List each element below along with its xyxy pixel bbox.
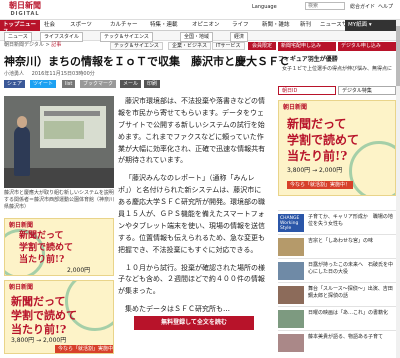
logo-text: 朝日新聞 (9, 1, 41, 10)
ad-headline-3: 当たり前!? (19, 255, 65, 265)
paragraph: 藤沢市環境部は、不法投棄や落書きなどの情報を市民から寄せてもらいます。データをウ… (118, 97, 266, 165)
ad-brand: 朝日新聞 (9, 222, 34, 229)
share-mail-button[interactable]: メール (120, 80, 142, 88)
register-read-more-button[interactable]: 無料登録して全文を読む (134, 316, 254, 330)
ad-banner-1[interactable]: 朝日新聞 新聞だって 学割で読めて 当たり前!? 2,000円 (4, 218, 114, 276)
list-thumb: CHANGE Working Style (278, 214, 304, 232)
ad-headline-3: 当たり前!? (11, 323, 67, 336)
projector-screen (40, 106, 106, 148)
sub-nav: ニュース ライフスタイル テック＆サイエンス 全国・地域 経済 (0, 31, 400, 43)
breadcrumb-root[interactable]: 朝日新聞デジタル (4, 42, 44, 48)
paragraph: 集めたデータはＳＦＣ研究所も… (125, 305, 230, 314)
scrollbar-thumb[interactable] (396, 26, 400, 86)
list-item-title: 藤本美貴が語る、物語ある子育て (308, 334, 384, 340)
subnav-tech[interactable]: テック＆サイエンス (100, 32, 153, 43)
author[interactable]: 小池勇人 (4, 71, 24, 77)
list-item[interactable]: 藤本美貴が語る、物語ある子育て (278, 330, 398, 354)
nav-new[interactable]: 新刊 (300, 22, 311, 29)
subnav-region[interactable]: 全国・地域 (180, 32, 214, 43)
chip-tech[interactable]: テック＆サイエンス (110, 42, 163, 50)
breadcrumb-separator: > (45, 42, 50, 48)
ad-headline-2: 学割で読めて (287, 133, 360, 147)
list-item[interactable]: 吉宗と「しあわせな宮」の味 (278, 234, 398, 258)
digital-feature-button[interactable]: デジタル特集 (338, 86, 396, 95)
page-scrollbar[interactable] (396, 20, 400, 358)
ad-headline-1: 新聞だって (11, 295, 66, 308)
ad-banner-2[interactable]: 朝日新聞 新聞だって 学割で読めて 当たり前!? 3,800円 → 2,000円… (4, 280, 114, 354)
search-input[interactable] (305, 2, 345, 10)
list-item[interactable]: CHANGE Working Style 子育てか、キャリア形成か 職場の地位を… (278, 210, 398, 234)
list-thumb (278, 262, 304, 280)
subscribe-digital-button[interactable]: デジタル申し込み (338, 42, 396, 51)
list-item-title: 舞台「スルース～探偵～」出演、吉田鋼太郎と探偵の話 (308, 286, 393, 299)
list-thumb (278, 238, 304, 256)
chip-it[interactable]: ITサービス (212, 42, 245, 50)
subnav-news[interactable]: ニュース (4, 32, 32, 43)
ad-headline-1: 新聞だって (287, 117, 347, 131)
share-facebook-button[interactable]: シェア (4, 80, 26, 88)
share-bookmark-button[interactable]: ブックマーク (80, 80, 117, 88)
top-link-language[interactable]: Language (252, 4, 277, 10)
subscribe-paper-button[interactable]: 新聞宅配申し込み (278, 42, 336, 51)
list-item[interactable]: 日曜の映画は「あ…これ」の書籍化 (278, 306, 398, 330)
photo-caption: 藤沢市と慶應大が取り組む新しいシステムを説明する関係者＝藤沢市西部運動公園体育館… (4, 190, 115, 210)
article-photo[interactable] (4, 96, 114, 188)
ad-price: 3,800円 → 2,000円 (287, 167, 343, 174)
share-twitter-button[interactable]: ツイート (30, 80, 57, 88)
site-logo[interactable]: 朝日新聞 DIGITAL (4, 2, 46, 18)
ad-headline-1: 新聞だって (19, 231, 64, 241)
site-header: 朝日新聞 DIGITAL Language 総合ガイド ヘルプ (0, 0, 400, 20)
ad-headline-2: 学割で読めて (19, 243, 74, 253)
ad-headline-3: 当たり前!? (287, 149, 348, 163)
paragraph: 「藤沢みんなのレポート」（通称「みんレポ」）と名付けられた新システムは、藤沢市に… (118, 174, 265, 254)
nav-papers[interactable]: 新聞・雑誌 (262, 22, 290, 29)
ad-price: 3,800円 → 2,000円 (11, 337, 67, 344)
subnav-lifestyle[interactable]: ライフスタイル (40, 32, 84, 43)
ad-cta-button[interactable]: 今なら「就活割」実施中！ (55, 345, 113, 353)
sidebar-text: 女子１ピで上位選手の得点が伸び悩み、無得点に (282, 66, 393, 72)
list-item[interactable]: 日露が持ったこの未来へ 石破氏を中心にした日の大役 (278, 258, 398, 282)
ad-brand: 朝日新聞 (283, 104, 308, 111)
ad-price: 2,000円 (67, 267, 91, 274)
nav-life[interactable]: ライフ (232, 22, 249, 29)
nav-home[interactable]: トップニュース (0, 20, 40, 35)
article-title: 神奈川）まちの情報をＩｏＴで収集 藤沢市と慶大ＳＦＣ (4, 55, 290, 68)
presenter-figure (14, 126, 30, 176)
list-item-title: 吉宗と「しあわせな宮」の味 (308, 238, 374, 244)
paragraph: １０月から試行。投棄が確認された場所の様子なども含め、２週間ほどで約４００件の情… (118, 263, 265, 296)
chip-members: 会員限定 (248, 42, 277, 50)
nav-features[interactable]: 特集・連載 (150, 22, 178, 29)
sidebar-headline[interactable]: フィギュア羽生が優勝 (278, 56, 338, 64)
list-thumb (278, 286, 304, 304)
ad-brand: 朝日新聞 (9, 284, 34, 291)
subnav-economy[interactable]: 経済 (230, 32, 249, 43)
ad-banner-3[interactable]: 朝日新聞 新聞だって 学割で読めて 当たり前!? 3,800円 → 2,000円… (278, 100, 396, 196)
list-item-title: 日露が持ったこの未来へ 石破氏を中心にした日の大役 (308, 262, 394, 275)
breadcrumb-current: 記事 (51, 42, 62, 48)
logo-sub: DIGITAL (10, 11, 40, 17)
top-link-guide[interactable]: 総合ガイド (350, 4, 375, 10)
category-nav: 社会 スポーツ カルチャー 特集・連載 オピニオン ライフ 新聞・雑誌 新刊 ニ… (0, 20, 400, 31)
share-list-button[interactable]: list (62, 80, 76, 88)
list-item[interactable]: 舞台「スルース～探偵～」出演、吉田鋼太郎と探偵の話 (278, 282, 398, 306)
nav-culture[interactable]: カルチャー (110, 22, 137, 29)
share-print-button[interactable]: 印刷 (144, 80, 161, 88)
breadcrumb: 朝日新聞デジタル > 記事 (4, 42, 61, 48)
article-byline: 小池勇人 2016年11月15日03時00分 (4, 71, 95, 77)
top-link-help[interactable]: ヘルプ (378, 4, 393, 10)
article-body: 藤沢市環境部は、不法投棄や落書きなどの情報を市民から寄せてもらいます。データをウ… (118, 96, 268, 322)
list-item-title: 子育てか、キャリア形成か 職場の地位を失う女性も (308, 214, 393, 227)
chip-business[interactable]: 企業・ビジネス (168, 42, 212, 50)
asahi-id-button[interactable]: 朝日ID (278, 86, 336, 95)
ad-cta-button[interactable]: 今なら「就活割」実施中！ (287, 181, 354, 190)
nav-society[interactable]: 社会 (44, 22, 55, 29)
my-paper-menu[interactable]: MY紙面 ▾ (345, 20, 400, 31)
list-item-title: 日曜の映画は「あ…これ」の書籍化 (308, 310, 389, 316)
list-thumb (278, 310, 304, 328)
nav-opinion[interactable]: オピニオン (192, 22, 220, 29)
ad-headline-2: 学割で読めて (11, 309, 77, 322)
publish-date: 2016年11月15日03時00分 (31, 71, 95, 77)
nav-sports[interactable]: スポーツ (70, 22, 92, 29)
list-thumb (278, 334, 304, 352)
